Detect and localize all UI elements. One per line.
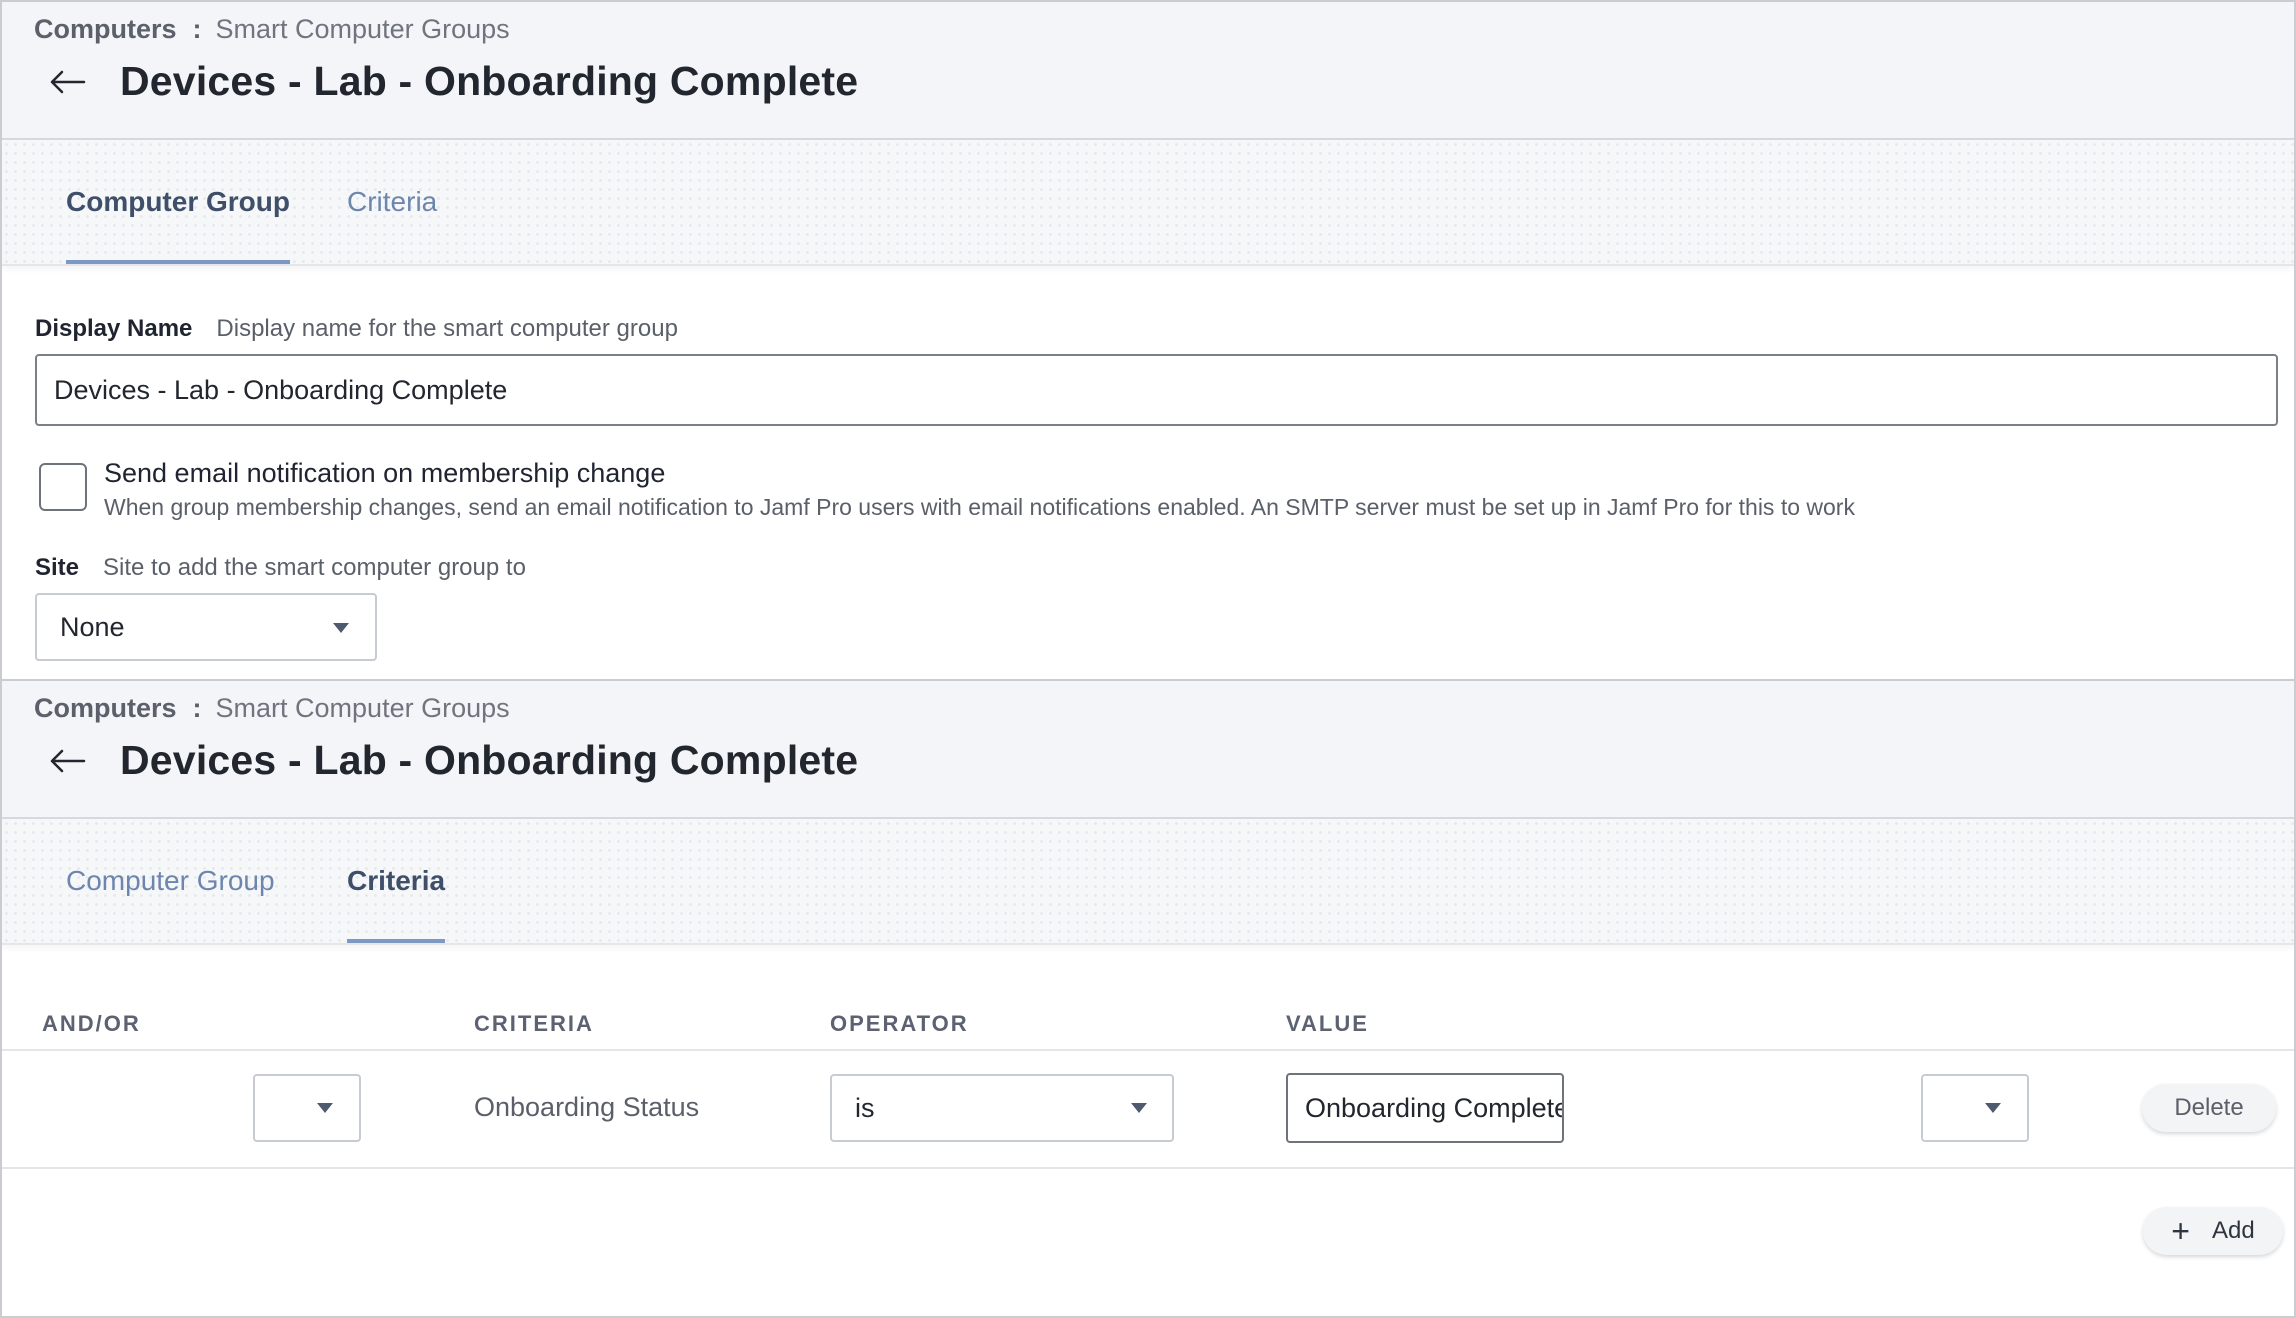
breadcrumb-computers[interactable]: Computers	[34, 693, 177, 724]
caret-down-icon	[1131, 1103, 1147, 1113]
site-hint: Site to add the smart computer group to	[103, 554, 526, 581]
breadcrumb-separator: :	[192, 14, 202, 44]
tab-computer-group[interactable]: Computer Group	[66, 140, 290, 264]
criteria-panel: Computers : Smart Computer Groups Device…	[0, 679, 2296, 1318]
tab-bar: Computer Group Criteria	[2, 140, 2294, 266]
tab-criteria[interactable]: Criteria	[347, 140, 437, 264]
breadcrumb: Computers : Smart Computer Groups	[34, 693, 510, 724]
table-row-divider	[2, 1049, 2294, 1051]
email-notification-checkbox[interactable]	[39, 463, 87, 511]
arrow-left-icon[interactable]	[50, 62, 90, 102]
page-title: Devices - Lab - Onboarding Complete	[120, 58, 859, 104]
add-button-label: Add	[2211, 1217, 2255, 1244]
caret-down-icon	[317, 1103, 333, 1113]
value-input[interactable]: Onboarding Complete	[1286, 1073, 1564, 1143]
page-header: Computers : Smart Computer Groups Device…	[2, 2, 2294, 140]
display-name-label: Display Name	[35, 315, 193, 342]
delete-button[interactable]: Delete	[2142, 1084, 2276, 1132]
operator-select-value: is	[855, 1092, 875, 1123]
breadcrumb-smart-computer-groups[interactable]: Smart Computer Groups	[216, 14, 510, 45]
display-name-input[interactable]: Devices - Lab - Onboarding Complete	[35, 354, 2278, 426]
column-header-and-or: AND/OR	[42, 1011, 141, 1036]
closing-paren-select[interactable]	[1921, 1074, 2029, 1142]
computer-group-panel: Computers : Smart Computer Groups Device…	[0, 0, 2296, 679]
and-or-select[interactable]	[253, 1074, 361, 1142]
table-row-divider	[2, 1167, 2294, 1169]
tab-bar: Computer Group Criteria	[2, 819, 2294, 945]
caret-down-icon	[333, 623, 349, 633]
display-name-label-row: Display Name Display name for the smart …	[35, 315, 678, 343]
page-title: Devices - Lab - Onboarding Complete	[120, 737, 859, 783]
criteria-name: Onboarding Status	[474, 1092, 700, 1122]
column-header-criteria: CRITERIA	[474, 1011, 594, 1036]
email-notification-title: Send email notification on membership ch…	[104, 458, 666, 488]
tab-computer-group[interactable]: Computer Group	[66, 819, 275, 943]
tab-criteria[interactable]: Criteria	[347, 819, 446, 943]
site-select[interactable]: None	[35, 593, 377, 661]
operator-select[interactable]: is	[830, 1074, 1174, 1142]
page-header: Computers : Smart Computer Groups Device…	[2, 681, 2294, 819]
breadcrumb-separator: :	[192, 693, 202, 723]
column-header-operator: OPERATOR	[830, 1011, 969, 1036]
display-name-hint: Display name for the smart computer grou…	[216, 315, 678, 342]
site-label: Site	[35, 554, 80, 581]
breadcrumb: Computers : Smart Computer Groups	[34, 14, 510, 45]
site-label-row: Site Site to add the smart computer grou…	[35, 554, 526, 582]
caret-down-icon	[1985, 1103, 2001, 1113]
arrow-left-icon[interactable]	[50, 741, 90, 781]
email-notification-description: When group membership changes, send an e…	[104, 494, 1855, 520]
add-button[interactable]: + Add	[2143, 1207, 2283, 1255]
site-select-value: None	[60, 611, 125, 642]
breadcrumb-computers[interactable]: Computers	[34, 14, 177, 45]
breadcrumb-smart-computer-groups[interactable]: Smart Computer Groups	[216, 693, 510, 724]
column-header-value: VALUE	[1286, 1011, 1369, 1036]
plus-icon: +	[2171, 1213, 2190, 1249]
